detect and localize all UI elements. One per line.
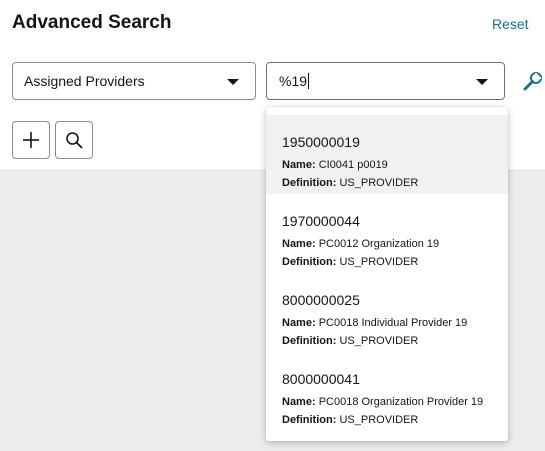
wrench-icon[interactable] xyxy=(522,70,544,92)
option-definition: US_PROVIDER xyxy=(339,414,419,426)
value-dropdown-list: 1950000019 Name: CI0041 p0019 Definition… xyxy=(266,107,508,441)
field-select[interactable]: Assigned Providers xyxy=(12,62,256,100)
chevron-down-icon xyxy=(227,79,239,85)
option-name: CI0041 p0019 xyxy=(318,159,388,171)
text-cursor xyxy=(308,73,310,89)
option-code: 8000000025 xyxy=(282,292,360,308)
name-label: Name: xyxy=(282,159,316,171)
add-button[interactable] xyxy=(12,121,50,159)
option-definition: US_PROVIDER xyxy=(339,335,419,347)
chevron-down-icon xyxy=(476,79,488,85)
definition-label: Definition: xyxy=(282,414,337,426)
reset-link[interactable]: Reset xyxy=(492,16,529,32)
dropdown-option[interactable]: 8000000025 Name: PC0018 Individual Provi… xyxy=(266,273,508,352)
name-label: Name: xyxy=(282,238,316,250)
dropdown-option[interactable]: 1950000019 Name: CI0041 p0019 Definition… xyxy=(266,115,508,194)
value-combobox-text: %19 xyxy=(279,73,308,89)
page-title: Advanced Search xyxy=(12,12,172,33)
option-definition: US_PROVIDER xyxy=(339,177,419,189)
definition-label: Definition: xyxy=(282,256,337,268)
option-name: PC0012 Organization 19 xyxy=(318,238,440,250)
definition-label: Definition: xyxy=(282,335,337,347)
value-combobox[interactable]: %19 xyxy=(266,62,505,100)
option-code: 8000000041 xyxy=(282,371,360,387)
search-icon xyxy=(66,132,83,149)
option-name: PC0018 Individual Provider 19 xyxy=(318,317,468,329)
option-code: 1970000044 xyxy=(282,213,360,229)
dropdown-option[interactable]: 1970000044 Name: PC0012 Organization 19 … xyxy=(266,194,508,273)
name-label: Name: xyxy=(282,396,316,408)
option-name: PC0018 Organization Provider 19 xyxy=(318,396,484,408)
option-definition: US_PROVIDER xyxy=(339,256,419,268)
name-label: Name: xyxy=(282,317,316,329)
definition-label: Definition: xyxy=(282,177,337,189)
search-button[interactable] xyxy=(55,121,93,159)
dropdown-option[interactable]: 8000000041 Name: PC0018 Organization Pro… xyxy=(266,352,508,431)
option-code: 1950000019 xyxy=(282,134,360,150)
plus-icon xyxy=(23,132,39,148)
field-select-value: Assigned Providers xyxy=(24,73,145,89)
